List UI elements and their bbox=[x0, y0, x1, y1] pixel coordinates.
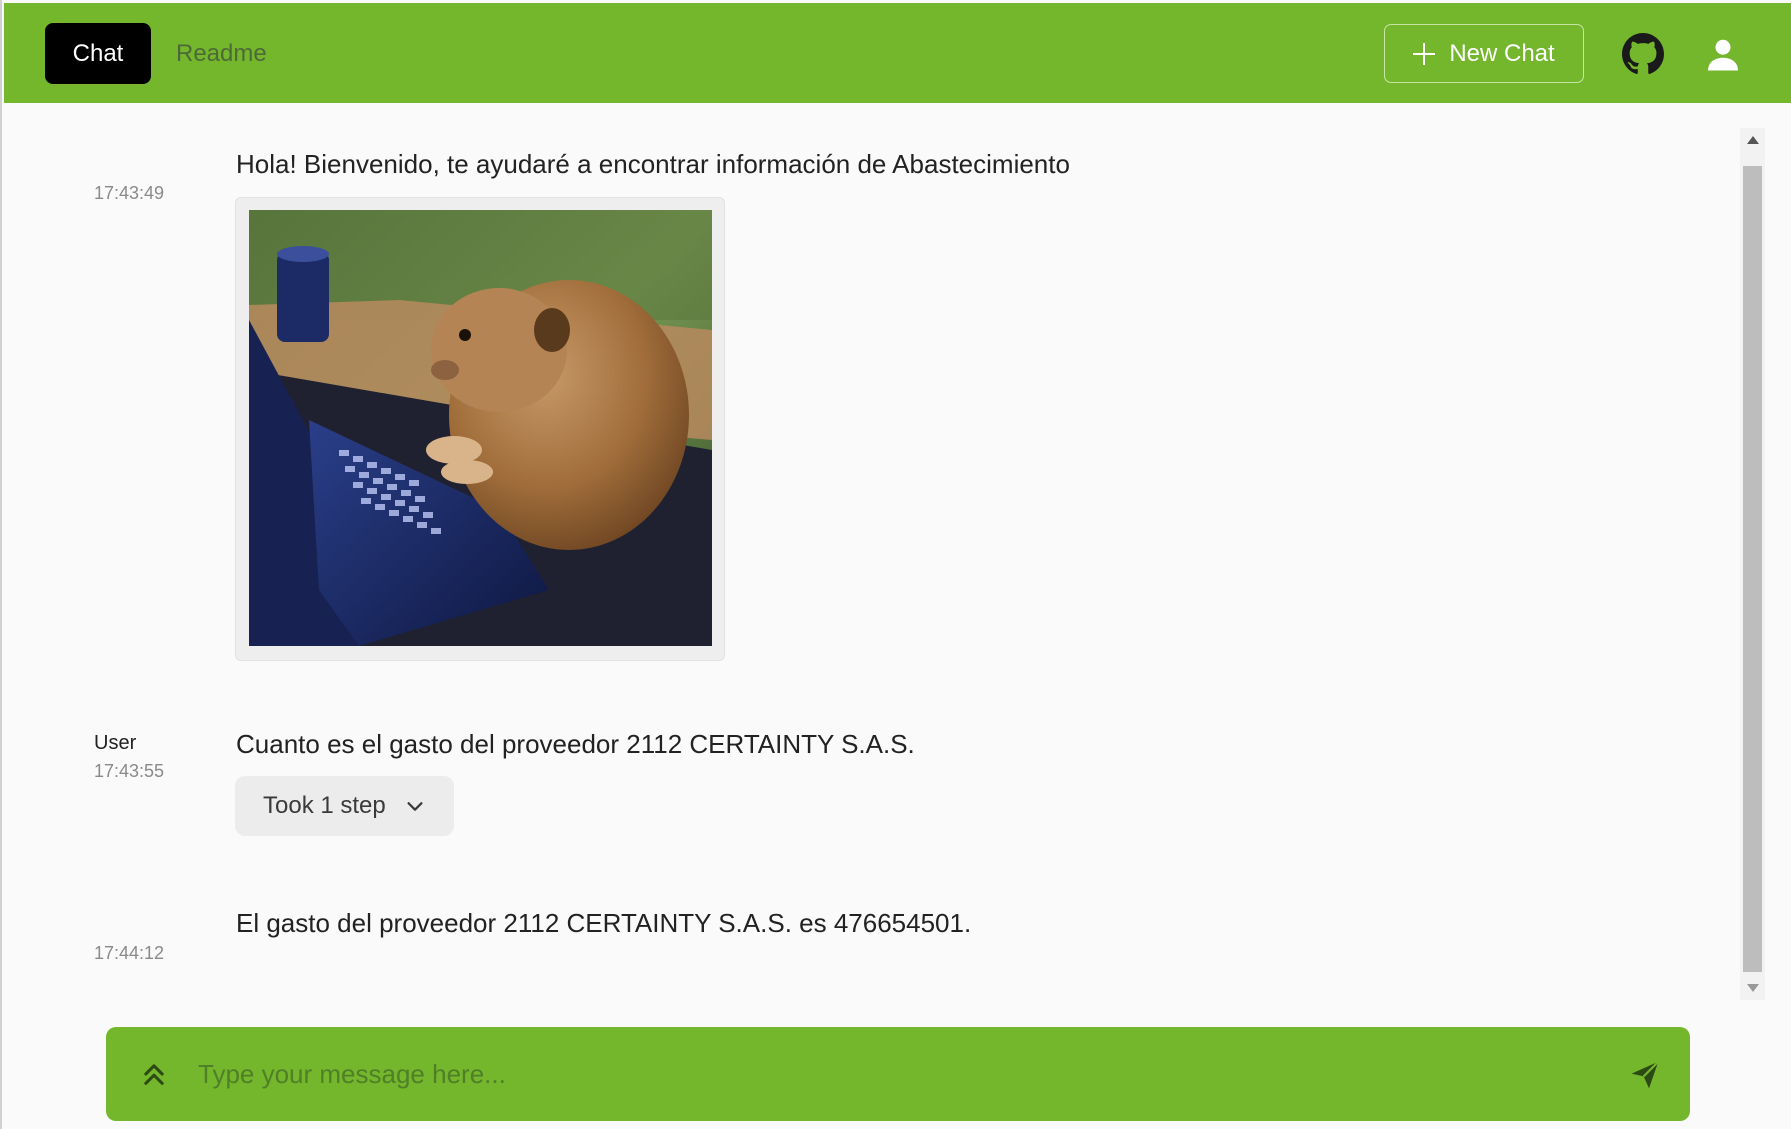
chat-app: Chat Readme New Chat 17:43:49 Hola! Bien… bbox=[0, 0, 1791, 1129]
plus-icon bbox=[1413, 42, 1436, 65]
message-time: 17:43:49 bbox=[94, 183, 165, 203]
scroll-down-arrow-icon[interactable] bbox=[1740, 976, 1765, 1000]
steps-label: Took 1 step bbox=[263, 792, 386, 819]
message-meta: 17:44:12 bbox=[94, 943, 164, 964]
message-text: Cuanto es el gasto del proveedor 2112 CE… bbox=[236, 729, 915, 759]
message-text: Hola! Bienvenido, te ayudaré a encontrar… bbox=[236, 149, 1070, 179]
github-icon[interactable] bbox=[1622, 33, 1664, 75]
message-image-frame bbox=[235, 197, 725, 661]
message-text: El gasto del proveedor 2112 CERTAINTY S.… bbox=[236, 908, 972, 938]
message-composer bbox=[106, 1027, 1690, 1121]
double-chevron-up-icon[interactable] bbox=[140, 1059, 168, 1089]
send-icon[interactable] bbox=[1628, 1059, 1662, 1091]
took-steps-toggle[interactable]: Took 1 step bbox=[235, 776, 454, 836]
capybara-laptop-image bbox=[249, 210, 712, 646]
message-author: User bbox=[94, 732, 137, 754]
scroll-thumb[interactable] bbox=[1743, 166, 1762, 972]
message-meta: User 17:43:55 bbox=[94, 732, 164, 782]
scroll-up-arrow-icon[interactable] bbox=[1740, 128, 1765, 152]
top-bar: Chat Readme New Chat bbox=[4, 3, 1791, 103]
message-input[interactable] bbox=[198, 1047, 1558, 1101]
new-chat-label: New Chat bbox=[1449, 39, 1555, 67]
tab-readme[interactable]: Readme bbox=[176, 23, 267, 84]
tab-chat[interactable]: Chat bbox=[45, 23, 151, 84]
chevron-down-icon bbox=[407, 802, 423, 811]
message-time: 17:44:12 bbox=[94, 943, 165, 963]
message-meta: 17:43:49 bbox=[94, 183, 164, 204]
message-list: 17:43:49 Hola! Bienvenido, te ayudaré a … bbox=[4, 103, 1752, 1000]
user-icon[interactable] bbox=[1705, 36, 1741, 72]
message-scrollbar[interactable] bbox=[1740, 128, 1765, 1000]
new-chat-button[interactable]: New Chat bbox=[1384, 24, 1584, 83]
message-time: 17:43:55 bbox=[94, 761, 165, 781]
